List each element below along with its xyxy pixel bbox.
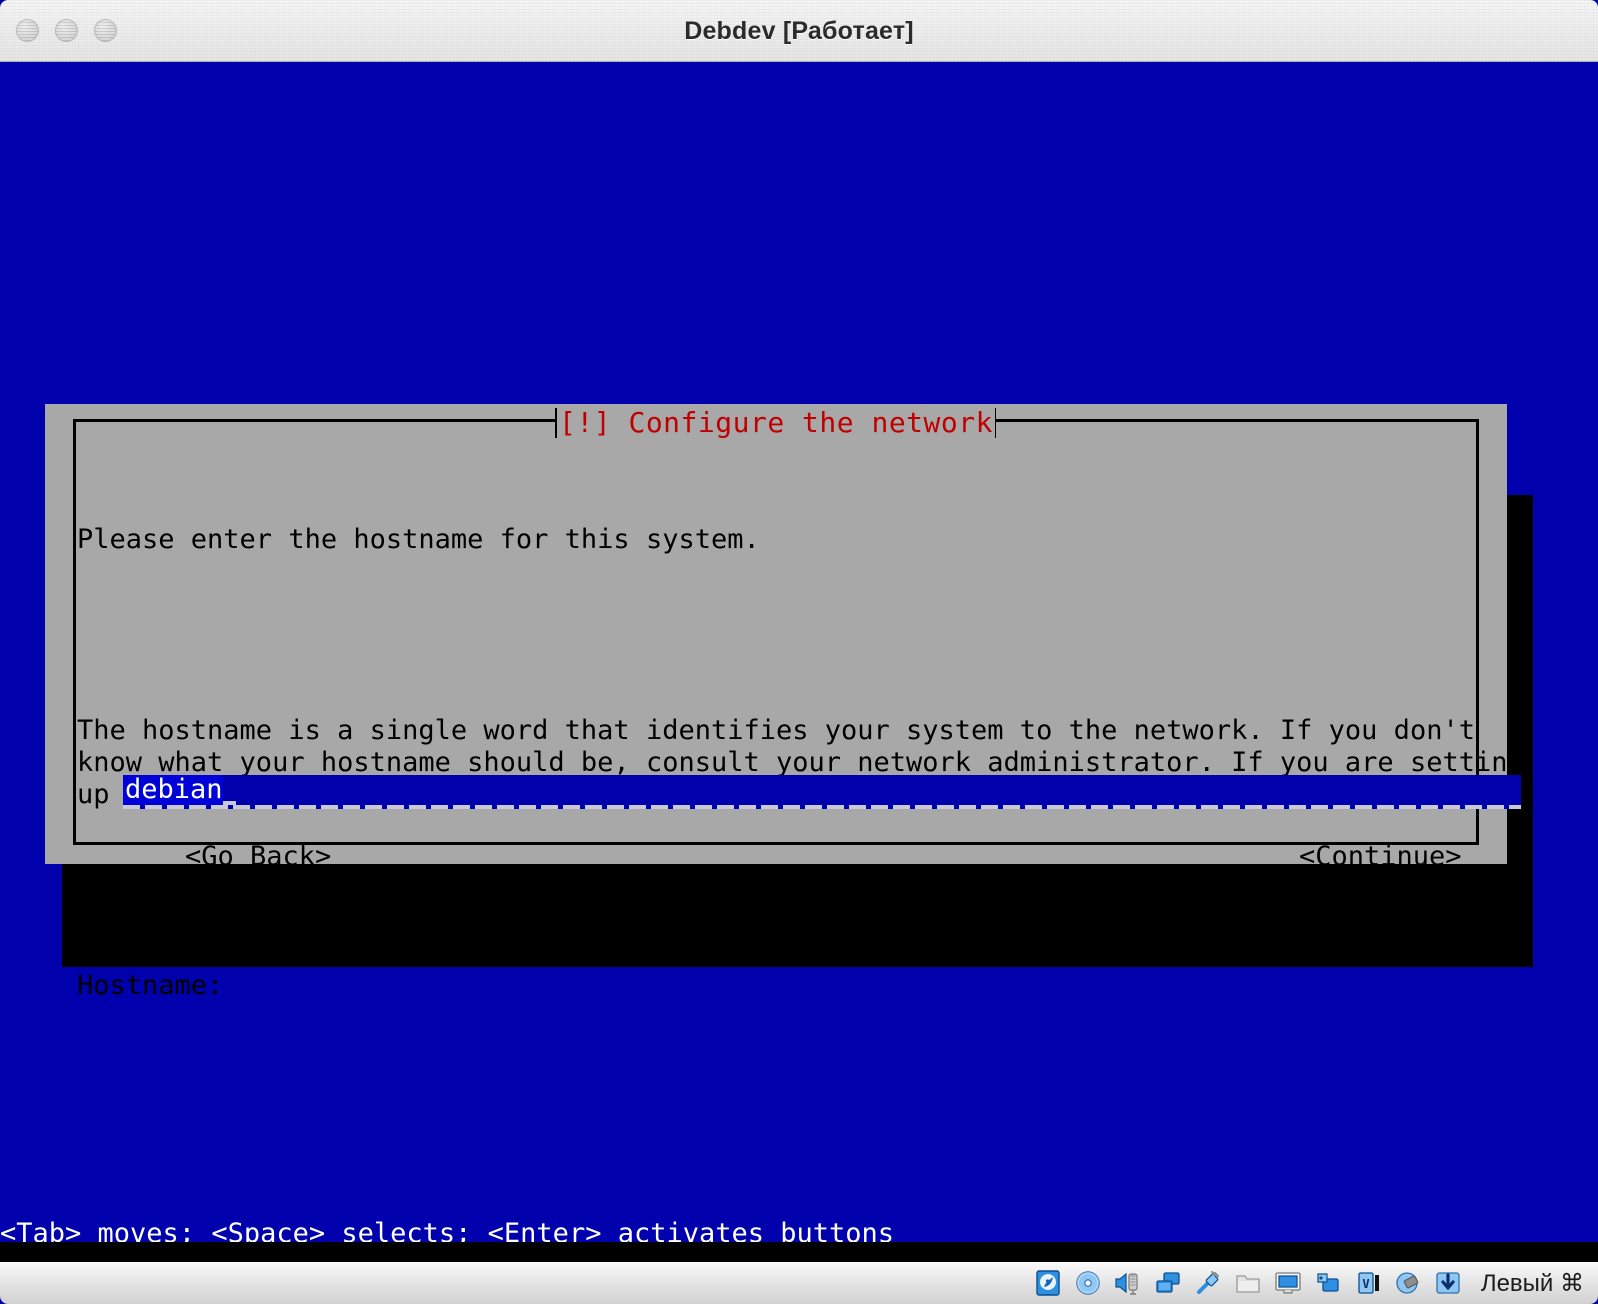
shared-folder-icon[interactable]: [1233, 1269, 1263, 1297]
hard-disk-icon[interactable]: [1033, 1269, 1063, 1297]
paragraph-spacer-1: [77, 620, 1477, 651]
hostname-input[interactable]: [123, 775, 1521, 805]
display-icon[interactable]: [1273, 1269, 1303, 1297]
svg-text:V: V: [1362, 1277, 1369, 1291]
hostname-input-row[interactable]: debian: [123, 775, 1521, 809]
host-key-label: Левый ⌘: [1480, 1269, 1584, 1297]
continue-button[interactable]: <Continue>: [1299, 841, 1462, 873]
dialog-body: Please enter the hostname for this syste…: [77, 460, 1524, 1066]
remote-session-icon[interactable]: [1393, 1269, 1423, 1297]
hostname-input-underline: [123, 805, 1521, 809]
text-cursor: [223, 775, 236, 805]
status-tray: V Левый ⌘: [1033, 1269, 1584, 1298]
paragraph-spacer-2: [77, 875, 1477, 906]
usb-icon[interactable]: [1193, 1269, 1223, 1297]
vm-status-bar: V Левый ⌘: [0, 1262, 1598, 1304]
optical-disc-icon[interactable]: [1073, 1269, 1103, 1297]
intro-paragraph: Please enter the hostname for this syste…: [77, 524, 760, 555]
download-icon[interactable]: [1433, 1269, 1463, 1297]
text-cursor-bar: [223, 801, 236, 805]
vm-letterbox-strip: [0, 1242, 1598, 1262]
go-back-button[interactable]: <Go Back>: [185, 841, 331, 873]
virtualbox-logo-icon[interactable]: V: [1353, 1269, 1383, 1297]
app-root: Debdev [Работает] [!] Configure the netw…: [0, 0, 1598, 1304]
vm-screen[interactable]: [!] Configure the network Please enter t…: [0, 62, 1598, 1242]
window-title: Debdev [Работает]: [684, 16, 914, 45]
network-icon[interactable]: [1153, 1269, 1183, 1297]
audio-icon[interactable]: [1113, 1269, 1143, 1297]
window-titlebar: Debdev [Работает]: [0, 0, 1598, 62]
video-capture-icon[interactable]: [1313, 1269, 1343, 1297]
hostname-label: Hostname:: [77, 970, 224, 1001]
keyboard-hint: <Tab> moves; <Space> selects; <Enter> ac…: [0, 1218, 895, 1242]
hostname-input-value[interactable]: debian: [123, 775, 225, 805]
installer-dialog: [!] Configure the network Please enter t…: [45, 404, 1524, 1001]
